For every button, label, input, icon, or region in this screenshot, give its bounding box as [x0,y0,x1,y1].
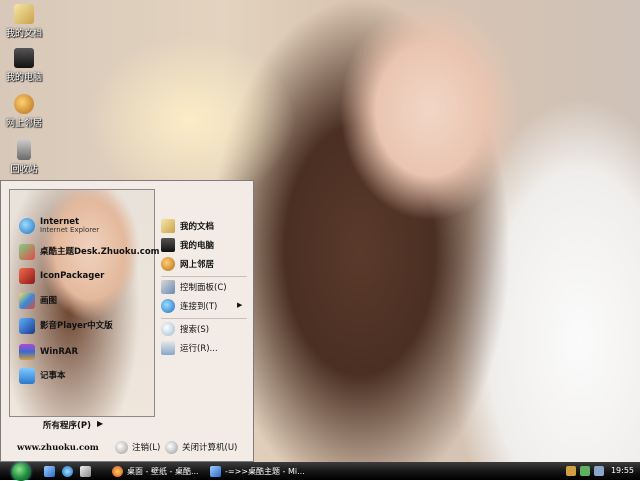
program-paint[interactable]: 画图 [19,292,57,310]
divider [161,276,247,277]
program-label: IconPackager [40,270,105,281]
search-icon [161,322,175,336]
volume-icon[interactable] [594,466,604,476]
place-search[interactable]: 搜索(S) [161,321,209,337]
place-connect-to[interactable]: 连接到(T) [161,298,217,314]
folder-icon [161,219,175,233]
place-label: 我的电脑 [180,241,215,251]
taskbar-item-zhuoku[interactable]: -=>>桌酷主题 - Mi... [210,463,305,479]
globe-icon [161,299,175,313]
computer-icon [161,238,175,252]
chevron-right-icon: ▶ [97,419,104,428]
show-desktop-icon[interactable] [44,466,55,477]
program-label: 影音Player中文版 [40,320,113,331]
clock[interactable]: 19:55 [611,466,634,475]
task-label: -=>>桌酷主题 - Mi... [225,466,305,476]
desktop-icon-network[interactable]: 网上邻居 [0,94,48,129]
place-label: 连接到(T) [180,302,218,312]
all-programs-button[interactable]: 所有程序(P) [43,419,91,431]
chevron-right-icon: ▶ [237,301,243,309]
program-internet[interactable]: Internet Internet Explorer [19,217,99,235]
logoff-icon [115,440,128,454]
shutdown-label: 关闭计算机(U) [182,443,238,453]
window-icon [210,465,221,477]
place-label: 我的文档 [180,222,215,232]
place-label: 搜索(S) [180,325,210,335]
program-label: WinRAR [40,346,79,357]
network-icon [161,257,175,271]
desktop-icon-label: 我的文档 [5,29,42,39]
shutdown-button[interactable]: 关闭计算机(U) [165,439,237,455]
quicklaunch-icon[interactable] [80,466,91,477]
control-panel-icon [161,280,175,294]
logoff-button[interactable]: 注销(L) [115,439,160,455]
program-label: 画图 [40,295,58,306]
place-network[interactable]: 网上邻居 [161,256,214,272]
place-my-documents[interactable]: 我的文档 [161,218,214,234]
logoff-label: 注销(L) [132,443,161,453]
place-control-panel[interactable]: 控制面板(C) [161,279,227,295]
divider [161,318,247,319]
taskbar-item-browser[interactable]: 桌面 - 壁纸 - 桌酷... [112,463,199,479]
browser-icon [112,465,123,477]
program-label: 记事本 [40,370,66,381]
run-icon [161,341,175,355]
place-label: 网上邻居 [180,260,215,270]
notepad-icon [19,368,35,384]
desktop-icon-label: 回收站 [10,165,38,175]
desktop-icon-label: 我的电脑 [5,73,42,83]
power-icon [165,440,178,454]
desktop-icon-label: 网上邻居 [5,119,42,129]
website-link[interactable]: www.zhuoku.com [17,443,99,453]
task-label: 桌面 - 壁纸 - 桌酷... [127,466,199,476]
tray-icon[interactable] [580,466,590,476]
program-iconpackager[interactable]: IconPackager [19,267,104,285]
iconpackager-icon [19,268,35,284]
theme-icon [19,244,35,260]
program-sublabel: Internet Explorer [40,225,100,234]
winrar-icon [19,344,35,360]
program-zhuoku-theme[interactable]: 桌酷主题Desk.Zhuoku.com [19,243,160,261]
tray-icon[interactable] [566,466,576,476]
place-my-computer[interactable]: 我的电脑 [161,237,214,253]
network-icon [14,94,34,114]
computer-icon [14,48,34,68]
internet-explorer-icon [19,218,35,234]
program-notepad[interactable]: 记事本 [19,367,66,385]
program-winrar[interactable]: WinRAR [19,343,78,361]
program-media-player[interactable]: 影音Player中文版 [19,317,113,335]
media-player-icon [19,318,35,334]
taskbar: 桌面 - 壁纸 - 桌酷... -=>>桌酷主题 - Mi... 19:55 [0,462,640,481]
paint-icon [19,293,35,309]
place-label: 运行(R)... [180,344,218,354]
desktop-icon-recycle-bin[interactable]: 回收站 [0,140,48,175]
start-menu: Internet Internet Explorer 桌酷主题Desk.Zhuo… [0,180,254,462]
internet-explorer-icon[interactable] [62,466,73,477]
start-button[interactable] [12,463,30,481]
place-run[interactable]: 运行(R)... [161,340,218,356]
recycle-bin-icon [17,140,31,160]
program-label: 桌酷主题Desk.Zhuoku.com [40,246,160,257]
place-label: 控制面板(C) [180,283,227,293]
folder-icon [14,4,34,24]
desktop-icon-my-documents[interactable]: 我的文档 [0,4,48,39]
desktop-icon-my-computer[interactable]: 我的电脑 [0,48,48,83]
